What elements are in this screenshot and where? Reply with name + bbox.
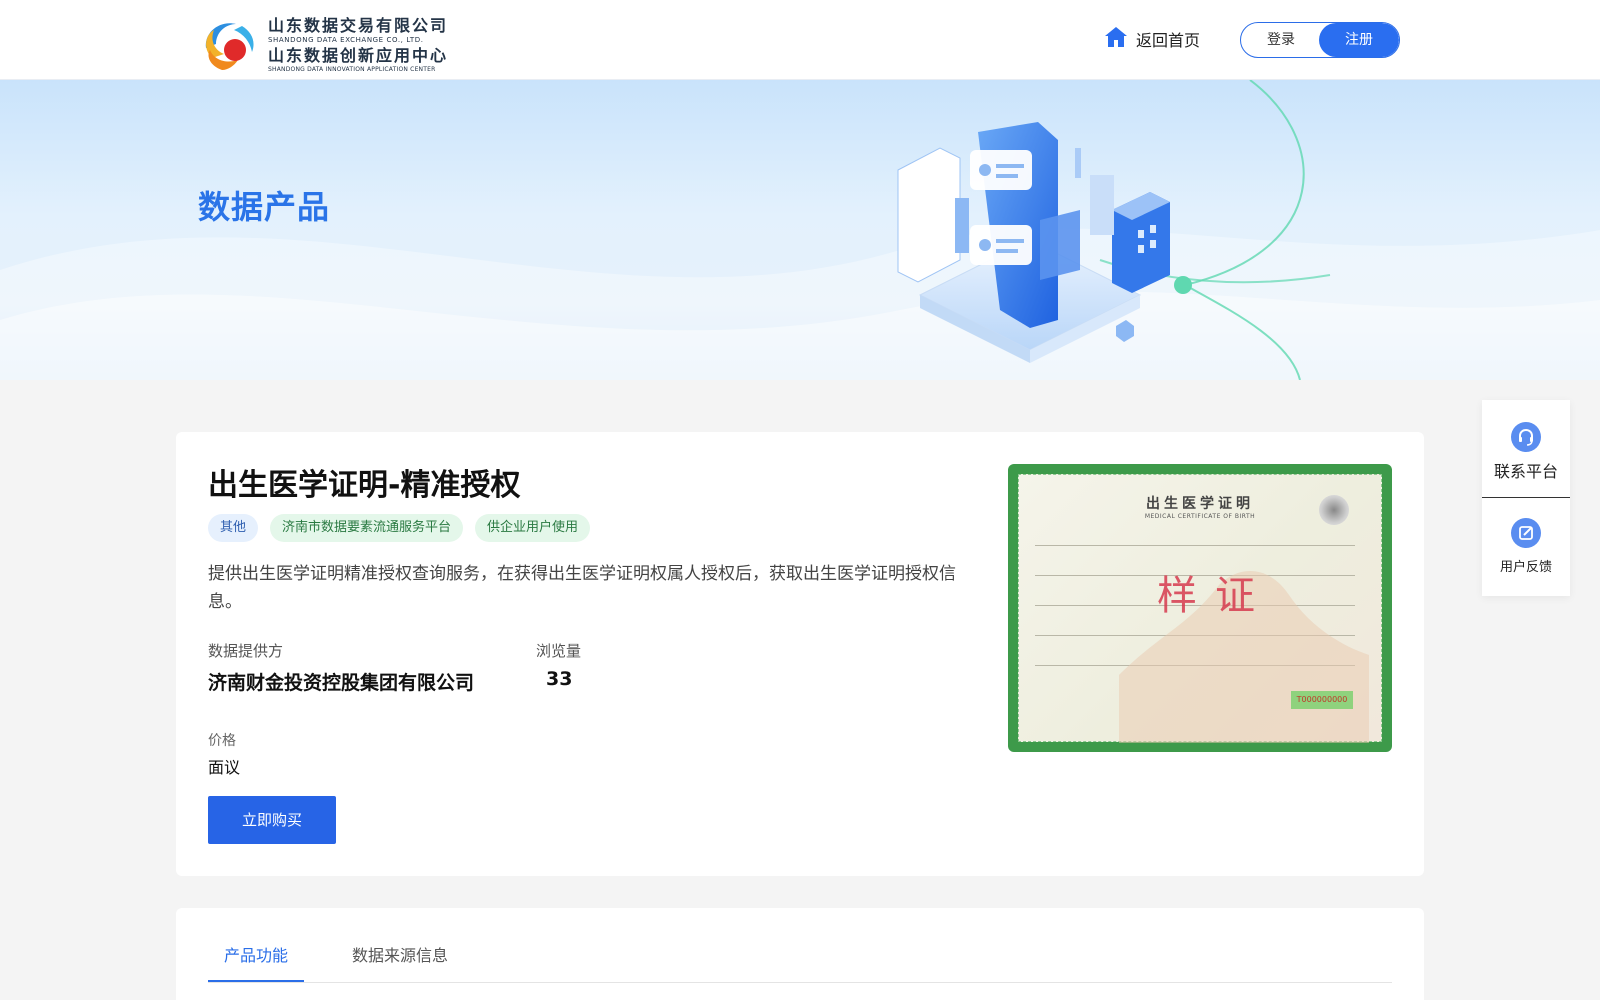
home-icon — [1104, 26, 1128, 52]
product-description: 提供出生医学证明精准授权查询服务，在获得出生医学证明权属人授权后，获取出生医学证… — [208, 564, 956, 612]
tag-audience: 供企业用户使用 — [475, 514, 591, 542]
register-button[interactable]: 注册 — [1319, 23, 1399, 57]
tab-product-features[interactable]: 产品功能 — [224, 942, 288, 966]
logo-text: 山东数据交易有限公司 SHANDONG DATA EXCHANGE CO., L… — [268, 15, 449, 73]
views-label: 浏览量 — [536, 642, 582, 660]
views-value: 33 — [546, 668, 573, 690]
price-label: 价格 — [208, 733, 236, 749]
banner-illustration — [0, 80, 1600, 380]
floating-service-panel: 联系平台 用户反馈 — [1482, 400, 1570, 596]
certificate-sample-stamp: 样证 — [1157, 573, 1273, 619]
tag-category: 其他 — [208, 514, 259, 542]
provider-label: 数据提供方 — [208, 642, 284, 660]
user-feedback-label: 用户反馈 — [1499, 560, 1552, 575]
provider-value: 济南财金投资控股集团有限公司 — [208, 672, 475, 694]
logo-name-en: SHANDONG DATA EXCHANGE CO., LTD. — [268, 35, 424, 44]
active-tab-indicator — [208, 980, 304, 982]
tabs-baseline — [208, 982, 1392, 983]
tab-data-source-info[interactable]: 数据来源信息 — [352, 942, 448, 966]
certificate-serial: T000000000 — [1291, 691, 1353, 709]
product-title: 出生医学证明-精准授权 — [208, 468, 521, 503]
certificate-image: 出生医学证明 MEDICAL CERTIFICATE OF BIRTH 样证 T… — [1008, 464, 1392, 752]
product-tags: 其他 济南市数据要素流通服务平台 供企业用户使用 — [208, 514, 591, 542]
contact-platform-button[interactable]: 联系平台 — [1482, 422, 1570, 482]
price-value: 面议 — [208, 758, 241, 777]
edit-icon — [1511, 518, 1541, 548]
buy-now-button[interactable]: 立即购买 — [208, 796, 336, 844]
user-feedback-button[interactable]: 用户反馈 — [1482, 518, 1570, 575]
product-card: 出生医学证明-精准授权 其他 济南市数据要素流通服务平台 供企业用户使用 提供出… — [176, 432, 1424, 876]
auth-switch: 登录 注册 — [1240, 22, 1400, 58]
headset-icon — [1511, 422, 1541, 452]
login-button[interactable]: 登录 — [1241, 23, 1321, 57]
top-header: 山东数据交易有限公司 SHANDONG DATA EXCHANGE CO., L… — [0, 0, 1600, 80]
site-logo[interactable]: 山东数据交易有限公司 SHANDONG DATA EXCHANGE CO., L… — [198, 14, 448, 76]
home-link[interactable]: 返回首页 — [1104, 26, 1200, 52]
logo-name-cn: 山东数据交易有限公司 — [268, 15, 449, 35]
banner-title: 数据产品 — [198, 188, 331, 226]
page-banner: 数据产品 — [0, 80, 1600, 380]
tag-platform: 济南市数据要素流通服务平台 — [270, 514, 464, 542]
logo-subname-en: SHANDONG DATA INNOVATION APPLICATION CEN… — [268, 65, 436, 73]
contact-platform-label: 联系平台 — [1493, 462, 1558, 481]
certificate-body: 出生医学证明 MEDICAL CERTIFICATE OF BIRTH 样证 T… — [1018, 474, 1382, 743]
home-link-label: 返回首页 — [1136, 31, 1201, 50]
logo-mark-icon — [198, 14, 260, 76]
logo-subname-cn: 山东数据创新应用中心 — [268, 45, 449, 65]
float-divider — [1482, 497, 1570, 498]
detail-tabs-card: 产品功能 数据来源信息 — [176, 908, 1424, 1000]
